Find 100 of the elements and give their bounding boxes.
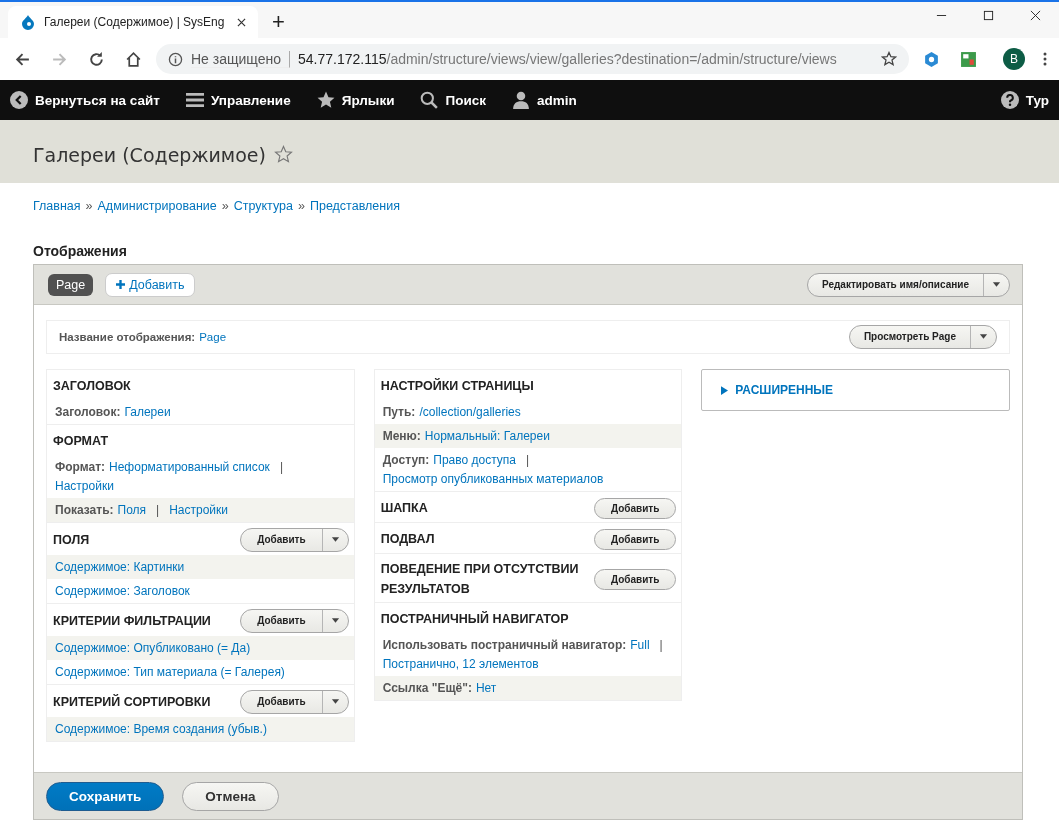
breadcrumb-separator: » [85,199,93,213]
close-icon[interactable] [1030,9,1041,21]
display-name-link[interactable]: Page [199,331,227,343]
section-title: ШАПКА [380,500,428,517]
breadcrumb-separator: » [298,199,305,213]
add-button[interactable]: Добавить [241,529,323,551]
hexagon-icon[interactable] [923,50,940,68]
add-split-button[interactable]: Добавить [240,609,349,633]
toolbar-link[interactable]: Управление [185,91,291,109]
menu-icon [185,91,204,109]
setting-label: Ссылка "Ещё": [382,680,472,697]
advanced-label: РАСШИРЕННЫЕ [735,383,834,397]
setting-link[interactable]: Право доступа [433,451,516,470]
setting-link[interactable]: Просмотр опубликованных материалов [382,470,604,489]
section-title: ПОЛЯ [53,532,90,549]
cancel-button[interactable]: Отмена [182,781,279,811]
setting-label: Путь: [382,404,416,421]
advanced-section[interactable]: РАСШИРЕННЫЕ [701,369,1010,411]
add-button[interactable]: Добавить [593,497,677,519]
back-circle-icon [10,91,28,109]
plus-icon [116,280,126,289]
user-icon [511,91,530,109]
grid-icon[interactable] [960,50,977,68]
section-heading: Отображения [33,243,128,259]
caret-icon[interactable] [979,334,988,340]
section-title: ПОВЕДЕНИЕ ПРИ ОТСУТСТВИИ РЕЗУЛЬТАТОВ [380,561,580,598]
toolbar-link[interactable]: admin [511,91,577,109]
setting-link[interactable]: Галереи [124,403,171,422]
caret-icon[interactable] [330,699,340,705]
section-title: КРИТЕРИЙ СОРТИРОВКИ [53,693,211,711]
tab-title: Галереи (Содержимое) | SysEng [44,15,226,29]
maximize-icon[interactable] [983,9,994,21]
link-separator: | [525,452,531,469]
setting-link[interactable]: Настройки [55,477,114,496]
setting-label: Показать: [55,502,114,519]
setting-link[interactable]: Постранично, 12 элементов [382,655,539,674]
setting-link[interactable]: /collection/galleries [419,403,521,422]
preview-button[interactable]: Просмотреть Page [849,326,971,348]
setting-link[interactable]: Содержимое: Тип материала (= Галерея) [55,663,285,682]
breadcrumb-link[interactable]: Главная [33,199,81,213]
setting-label: Формат: [55,459,105,476]
close-icon[interactable] [237,17,246,27]
tour-link[interactable]: Тур [1000,91,1049,109]
preview-split-button[interactable]: Просмотреть Page [848,325,997,349]
breadcrumb-separator: » [221,199,229,213]
setting-link[interactable]: Неформатированный список [109,458,270,477]
section-title: ФОРМАТ [53,433,109,450]
add-button[interactable]: Добавить [241,610,323,632]
toolbar-link[interactable]: Вернуться на сайт [10,91,160,109]
add-button[interactable]: Добавить [241,691,323,713]
setting-label: Доступ: [382,452,430,469]
section-title: НАСТРОЙКИ СТРАНИЦЫ [380,377,534,395]
field-label: Название отображения: [59,331,196,343]
setting-link[interactable]: Содержимое: Заголовок [55,582,190,601]
edit-name-button[interactable]: Редактировать имя/описание [808,273,984,296]
setting-label: Заголовок: [55,404,121,421]
setting-label: Меню: [382,428,421,445]
star-icon [316,91,335,109]
breadcrumb-link[interactable]: Администрирование [97,199,217,213]
section-title: ПОДВАЛ [380,531,435,548]
setting-label: Использовать постраничный навигатор: [382,637,627,654]
star-icon[interactable] [273,145,293,164]
section-title: ЗАГОЛОВОК [53,378,131,395]
breadcrumb-link[interactable]: Представления [309,199,400,213]
add-button[interactable]: Добавить [593,528,677,550]
address-bar[interactable]: Не защищено 54.77.172.115/admin/structure/views/view/galleries?destination=/admin/structure/views [156,44,909,74]
caret-icon[interactable] [330,618,340,624]
security-label: Не защищено [191,50,290,68]
star-icon[interactable] [881,51,897,67]
setting-link[interactable]: Настройки [169,501,229,520]
caret-icon[interactable] [992,281,1001,288]
breadcrumb-link[interactable]: Структура [233,199,293,213]
link-separator: | [278,459,284,476]
link-separator: | [658,637,664,654]
setting-link[interactable]: Full [630,636,650,655]
profile-avatar[interactable]: B [1003,48,1025,70]
home-icon[interactable] [125,50,142,68]
add-split-button[interactable]: Добавить [240,528,349,552]
add-button[interactable]: Добавить [593,568,677,590]
save-button[interactable]: Сохранить [46,781,165,811]
menu-icon[interactable] [1043,51,1047,67]
add-display-button[interactable]: Добавить [105,272,196,297]
new-tab-button[interactable]: + [272,10,285,34]
caret-icon[interactable] [330,537,340,543]
section-title: КРИТЕРИИ ФИЛЬТРАЦИИ [53,613,211,630]
link-separator: | [155,502,161,519]
search-icon [420,91,439,109]
display-tab[interactable]: Page [48,273,94,296]
reload-icon[interactable] [88,50,105,68]
drop-icon [20,14,36,30]
section-title: ПОСТРАНИЧНЫЙ НАВИГАТОР [380,610,569,628]
help-icon [1000,91,1019,109]
toolbar-link[interactable]: Ярлыки [316,91,395,109]
setting-link[interactable]: Поля [117,501,147,520]
edit-split-button[interactable]: Редактировать имя/описание [807,272,1010,297]
toolbar-link[interactable]: Поиск [420,91,486,109]
setting-link[interactable]: Нет [475,679,497,698]
setting-link[interactable]: Нормальный: Галереи [424,427,550,446]
browser-tab[interactable]: Галереи (Содержимое) | SysEng [8,6,258,38]
add-split-button[interactable]: Добавить [240,690,349,714]
